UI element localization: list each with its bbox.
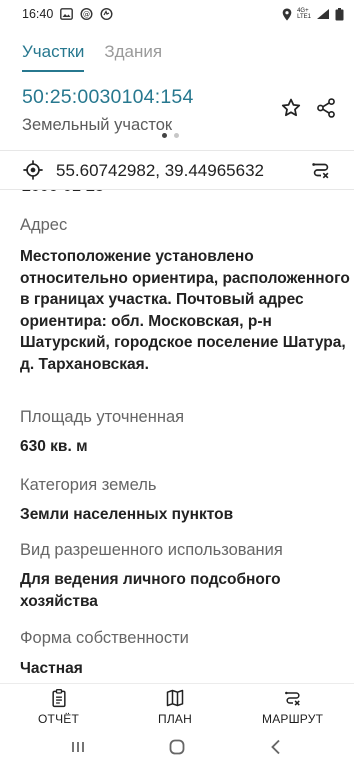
address-value: Местоположение установлено относительно …	[20, 248, 350, 373]
page-dot-active	[162, 133, 167, 138]
route-nav-icon	[284, 691, 300, 706]
star-icon[interactable]	[280, 97, 302, 119]
battery-icon	[335, 7, 344, 21]
sync-notification-icon	[100, 8, 113, 20]
report-icon	[51, 689, 66, 708]
recent-apps-icon[interactable]	[68, 737, 88, 757]
bottom-navigation: ОТЧЁТ ПЛАН МАРШРУТ	[0, 683, 354, 727]
coordinates-bar: 55.60742982, 39.44965632	[0, 150, 354, 190]
status-bar: 16:40 @ 4G+ LTE1	[0, 0, 354, 28]
route-label: МАРШРУТ	[262, 712, 324, 726]
ownership-label: Форма собственности	[20, 629, 189, 647]
category-value: Земли населенных пунктов	[20, 506, 234, 523]
area-label: Площадь уточненная	[20, 408, 185, 426]
system-navigation-bar	[0, 727, 354, 767]
report-button[interactable]: ОТЧЁТ	[38, 688, 79, 726]
tab-parcels[interactable]: Участки	[22, 42, 85, 72]
object-type: Земельный участок	[22, 116, 173, 134]
network-status: 4G+ LTE1	[297, 8, 311, 20]
cadastral-number[interactable]: 50:25:0030104:154	[22, 86, 193, 109]
plan-button[interactable]: ПЛАН	[158, 688, 192, 726]
plan-label: ПЛАН	[158, 712, 192, 726]
coordinates-text[interactable]: 55.60742982, 39.44965632	[56, 161, 264, 181]
share-icon[interactable]	[315, 97, 337, 119]
svg-text:@: @	[83, 11, 90, 19]
area-value: 630 кв. м	[20, 438, 88, 455]
ownership-value: Частная	[20, 660, 83, 677]
tab-buildings[interactable]: Здания	[104, 42, 162, 72]
usage-value: Для ведения личного подсобного хозяйства	[20, 571, 281, 610]
address-label: Адрес	[20, 216, 68, 234]
home-icon[interactable]	[167, 737, 187, 757]
page-indicator	[162, 133, 179, 138]
details-content[interactable]: 2006-01-25 Адрес Местоположение установл…	[0, 178, 354, 683]
page-dot	[174, 133, 179, 138]
category-label: Категория земель	[20, 476, 157, 494]
route-icon[interactable]	[310, 159, 332, 181]
map-icon	[166, 689, 184, 707]
location-status-icon	[282, 8, 292, 21]
usage-label: Вид разрешенного использования	[20, 541, 283, 559]
report-label: ОТЧЁТ	[38, 712, 80, 726]
signal-icon	[316, 8, 330, 20]
email-notification-icon: @	[80, 8, 93, 20]
route-button[interactable]: МАРШРУТ	[262, 688, 323, 726]
gallery-notification-icon	[60, 8, 74, 20]
tab-bar: Участки Здания	[0, 28, 354, 72]
back-icon[interactable]	[266, 737, 286, 757]
status-time: 16:40	[22, 7, 54, 21]
gps-target-icon[interactable]	[22, 159, 44, 181]
parcel-header: 50:25:0030104:154 Земельный участок	[0, 80, 354, 142]
